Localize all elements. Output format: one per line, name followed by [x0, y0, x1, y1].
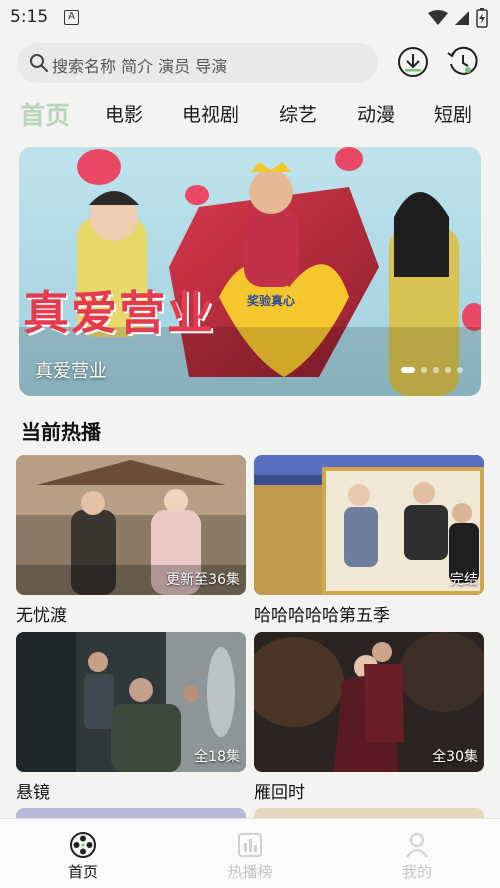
search-icon: [30, 54, 48, 72]
category-tabs: 首页 电影 电视剧 综艺 动漫 短剧: [20, 96, 490, 130]
card-thumbnail: 全18集: [16, 632, 246, 772]
carousel-indicator: [401, 367, 463, 373]
profile-icon: [406, 833, 428, 858]
tab-variety[interactable]: 综艺: [279, 100, 317, 127]
episode-badge: 全18集: [194, 749, 240, 765]
tab-movie[interactable]: 电影: [105, 100, 143, 127]
carousel-dot: [457, 367, 463, 373]
video-card[interactable]: 完结 哈哈哈哈哈第五季: [254, 455, 484, 626]
carousel-dot: [401, 367, 415, 373]
nav-label: 我的: [401, 863, 432, 881]
download-icon[interactable]: [396, 45, 430, 79]
search-input[interactable]: 搜索名称 简介 演员 导演: [17, 43, 378, 83]
banner-heart-text: 奖验真心: [247, 294, 296, 308]
status-bar: 5:15 A: [0, 0, 500, 36]
video-card[interactable]: 全18集 悬镜: [16, 632, 246, 803]
search-placeholder: 搜索名称 简介 演员 导演: [52, 57, 228, 76]
history-icon[interactable]: [446, 45, 480, 79]
film-reel-icon: [70, 832, 96, 858]
card-title: 悬镜: [16, 783, 50, 803]
tab-short-drama[interactable]: 短剧: [434, 100, 472, 127]
bottom-nav: 首页 热播榜 我的: [0, 818, 500, 888]
nav-item-profile[interactable]: 我的: [377, 831, 457, 882]
video-card[interactable]: 更新至36集 无忧渡: [16, 455, 246, 626]
chart-icon: [238, 833, 262, 857]
card-thumbnail: 更新至36集: [16, 455, 246, 595]
card-title: 无忧渡: [16, 606, 67, 626]
card-title: 哈哈哈哈哈第五季: [254, 606, 390, 626]
video-card[interactable]: 全30集 雁回时: [254, 632, 484, 803]
nav-label: 热播榜: [227, 863, 273, 881]
card-thumbnail: 完结: [254, 455, 484, 595]
nav-item-home[interactable]: 首页: [43, 831, 123, 882]
episode-badge: 全30集: [432, 749, 478, 765]
banner-title-art: 真爱营业: [23, 286, 215, 340]
wifi-icon: [428, 10, 448, 25]
carousel-dot: [433, 367, 439, 373]
hero-banner[interactable]: 奖验真心 真爱营业 真爱营业: [19, 147, 481, 396]
tab-anime[interactable]: 动漫: [357, 100, 395, 127]
episode-badge: 更新至36集: [166, 572, 240, 588]
signal-icon: [455, 11, 469, 25]
banner-caption: 真爱营业: [35, 361, 107, 382]
card-thumbnail: 全30集: [254, 632, 484, 772]
status-icons: [428, 8, 488, 28]
nav-label: 首页: [67, 863, 98, 881]
battery-icon: [476, 8, 488, 28]
notification-icon: A: [64, 10, 79, 25]
nav-item-ranking[interactable]: 热播榜: [210, 831, 290, 882]
episode-badge: 完结: [450, 572, 478, 588]
card-title: 雁回时: [254, 783, 305, 803]
section-title: 当前热播: [21, 420, 101, 444]
tab-home[interactable]: 首页: [20, 96, 70, 132]
carousel-dot: [445, 367, 451, 373]
status-time: 5:15: [10, 7, 49, 27]
tab-tv-series[interactable]: 电视剧: [182, 100, 239, 127]
carousel-dot: [421, 367, 427, 373]
